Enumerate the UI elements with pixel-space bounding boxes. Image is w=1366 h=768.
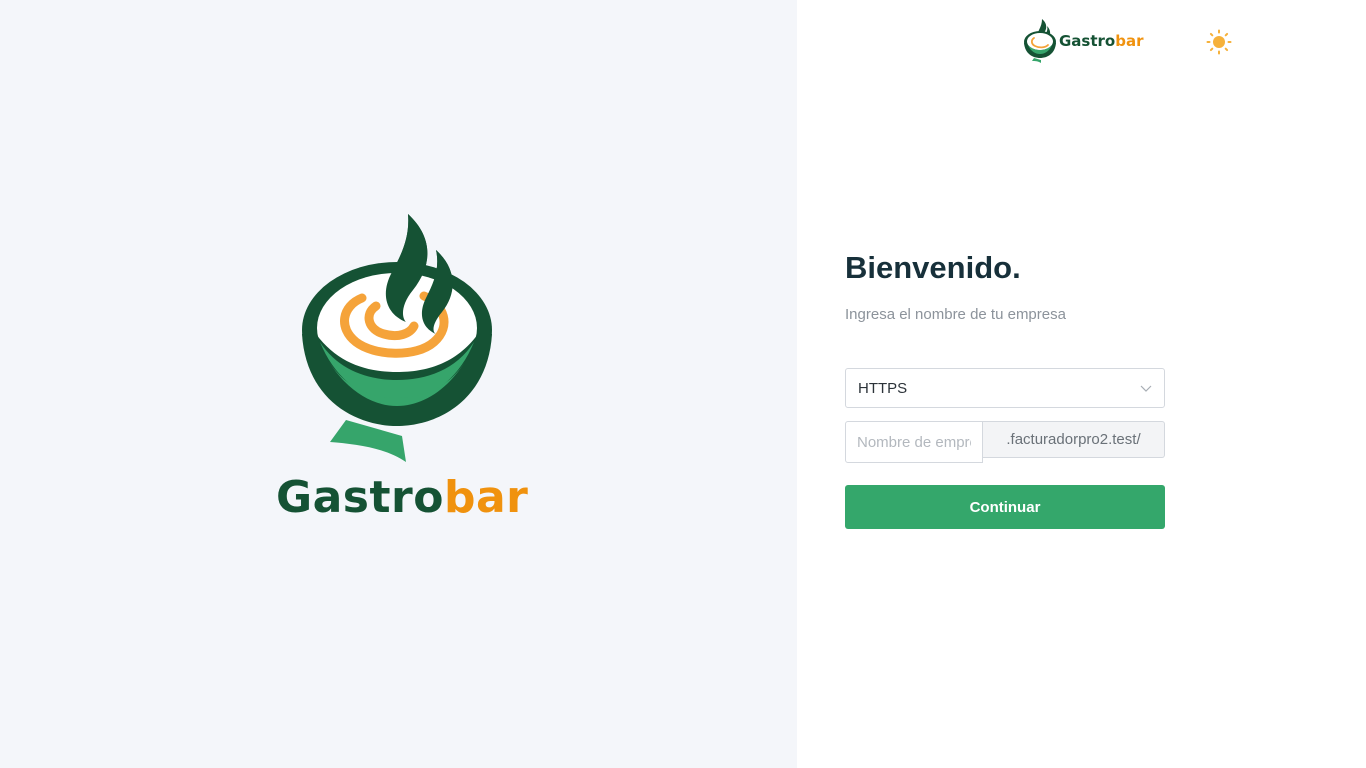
header-wordmark: Gastrobar — [1059, 32, 1144, 50]
hero-panel: Gastrobar — [0, 0, 797, 768]
company-name-input[interactable] — [845, 421, 983, 463]
theme-toggle-button[interactable] — [1205, 28, 1233, 56]
header-wordmark-part1: Gastro — [1059, 32, 1116, 50]
login-panel: Gastrobar Bienvenido. Ingresa el nombre … — [797, 0, 1366, 768]
continue-button[interactable]: Continuar — [845, 485, 1165, 529]
sun-icon — [1206, 29, 1232, 55]
domain-suffix: .facturadorpro2.test/ — [983, 421, 1165, 458]
header-logo: Gastrobar — [1022, 18, 1144, 64]
hero-wordmark: Gastrobar — [276, 472, 529, 523]
wordmark-part1: Gastro — [276, 472, 444, 523]
gastrobar-logo-icon — [1024, 19, 1056, 63]
protocol-selected-value: HTTPS — [858, 379, 908, 397]
header-wordmark-part2: bar — [1115, 32, 1144, 50]
chevron-down-icon — [1140, 385, 1152, 392]
wordmark-part2: bar — [443, 472, 529, 523]
welcome-title: Bienvenido. — [845, 250, 1021, 285]
protocol-select[interactable]: HTTPS — [845, 368, 1165, 408]
welcome-subtitle: Ingresa el nombre de tu empresa — [845, 306, 1066, 323]
